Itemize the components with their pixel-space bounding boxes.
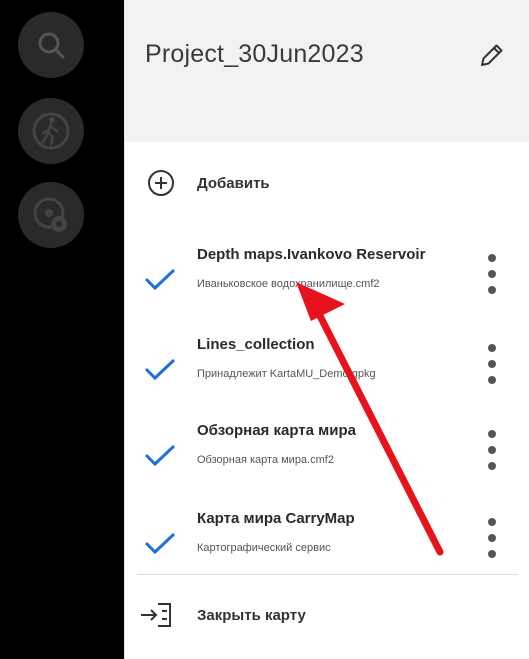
layer-item[interactable]: Lines_collection Принадлежит KartaMU_Dem…	[125, 326, 529, 406]
add-layer-button[interactable]: Добавить	[125, 160, 529, 206]
layer-subtitle: Принадлежит KartaMU_Demo.gpkg	[197, 368, 376, 380]
layer-subtitle: Картографический сервис	[197, 542, 331, 554]
check-icon[interactable]	[143, 442, 177, 468]
more-options-icon[interactable]	[485, 344, 499, 384]
plus-circle-icon	[148, 170, 174, 196]
close-map-label: Закрыть карту	[197, 606, 306, 624]
layer-item[interactable]: Карта мира CarryMap Картографический сер…	[125, 500, 529, 580]
layer-item[interactable]: Обзорная карта мира Обзорная карта мира.…	[125, 412, 529, 492]
layer-subtitle: Обзорная карта мира.cmf2	[197, 454, 334, 466]
more-options-icon[interactable]	[485, 518, 499, 558]
layer-title: Lines_collection	[197, 336, 315, 353]
project-title: Project_30Jun2023	[145, 40, 364, 68]
layers-drawer: Project_30Jun2023 Добавить Depth maps.Iv…	[124, 0, 529, 659]
search-button[interactable]	[18, 12, 84, 78]
tracking-button[interactable]	[18, 98, 84, 164]
layer-title: Карта мира CarryMap	[197, 510, 355, 527]
check-icon[interactable]	[143, 266, 177, 292]
layer-subtitle: Иваньковское водохранилище.cmf2	[197, 278, 380, 290]
walker-location-icon	[32, 112, 70, 150]
exit-map-icon	[141, 603, 171, 627]
add-label: Добавить	[197, 174, 270, 192]
search-icon	[38, 32, 65, 59]
left-toolbar	[0, 0, 124, 659]
location-settings-icon	[33, 197, 67, 232]
pencil-icon[interactable]	[477, 40, 507, 70]
more-options-icon[interactable]	[485, 430, 499, 470]
check-icon[interactable]	[143, 356, 177, 382]
location-settings-button[interactable]	[18, 182, 84, 248]
close-map-button[interactable]: Закрыть карту	[125, 592, 529, 638]
check-icon[interactable]	[143, 530, 177, 556]
divider	[137, 574, 518, 575]
layer-title: Обзорная карта мира	[197, 422, 356, 439]
layer-title: Depth maps.Ivankovo Reservoir	[197, 246, 426, 263]
more-options-icon[interactable]	[485, 254, 499, 294]
drawer-header: Project_30Jun2023	[125, 0, 529, 142]
layer-item[interactable]: Depth maps.Ivankovo Reservoir Иваньковск…	[125, 236, 529, 316]
